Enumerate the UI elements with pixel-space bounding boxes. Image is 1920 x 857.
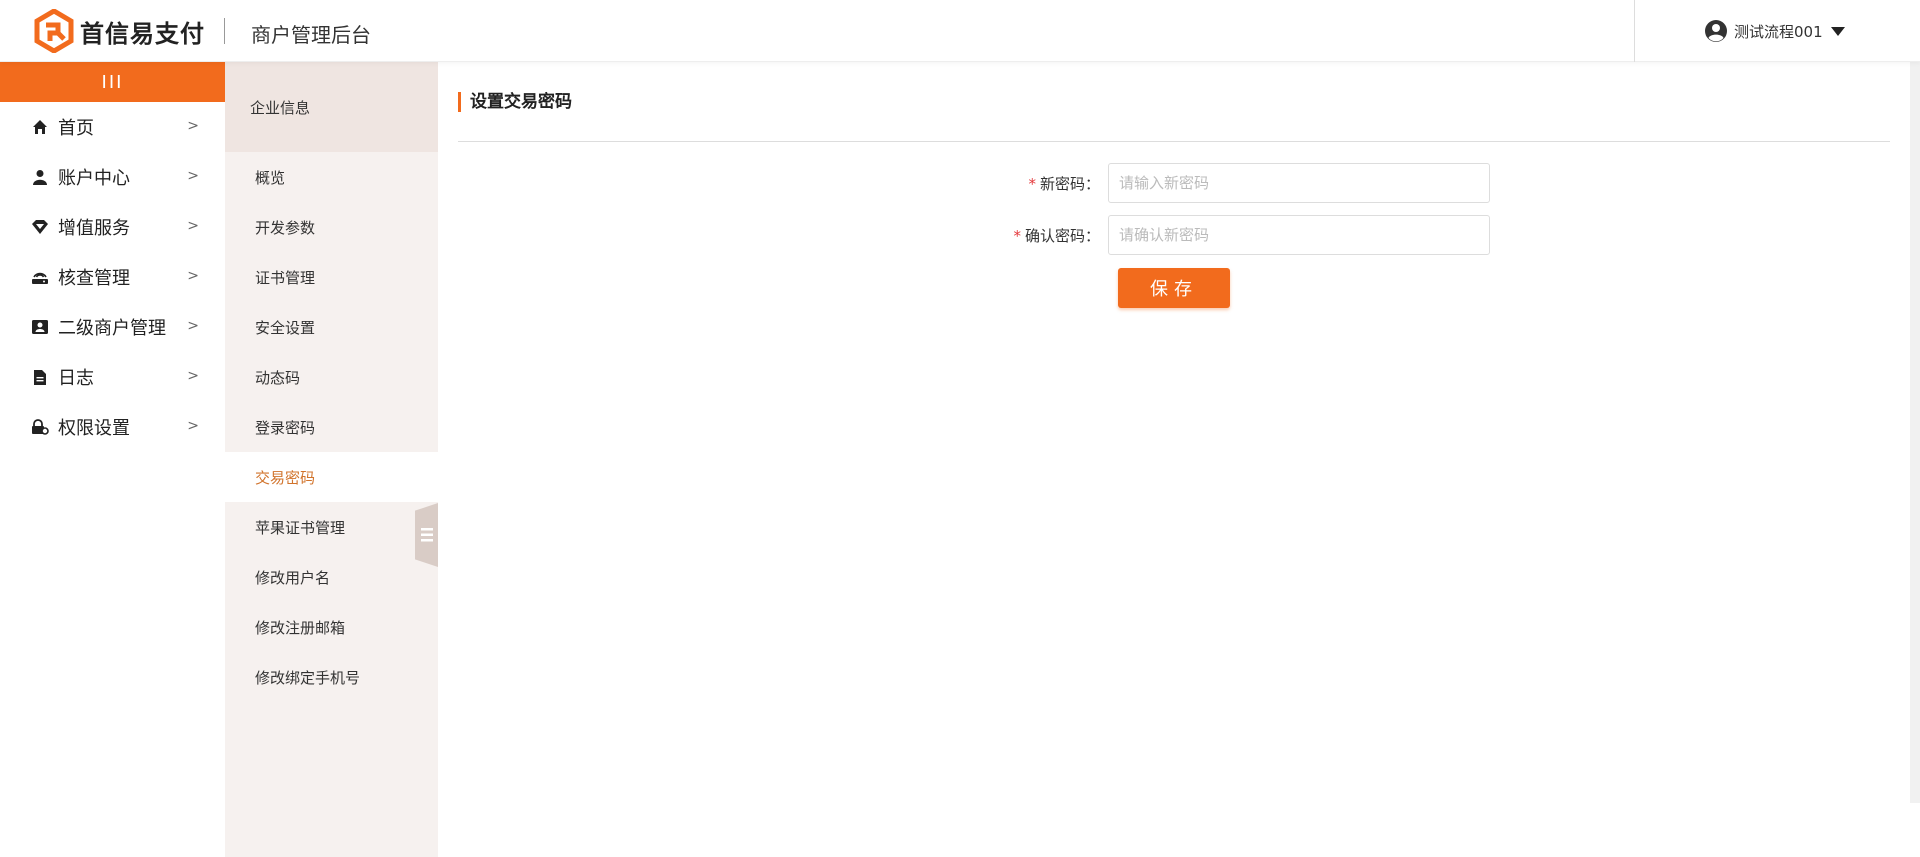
sidebar-item-label: 权限设置 [58,418,130,439]
sidebar-item-permissions[interactable]: 权限设置 > [0,402,225,452]
document-icon [30,367,50,387]
list-icon [420,528,433,542]
sidebar-item-label: 二级商户管理 [58,318,166,339]
page-scrollbar[interactable] [1910,62,1920,803]
user-icon [30,167,50,187]
sidebar-collapse-button[interactable]: III [0,62,225,102]
panel-toggle-handle[interactable] [415,503,438,567]
required-mark: * [1028,174,1036,193]
brand-logo-icon [34,9,74,53]
sidebar-item-sub-merchant[interactable]: 二级商户管理 > [0,302,225,352]
contact-card-icon [30,317,50,337]
chevron-right-icon: > [187,168,199,184]
sidebar-item-label: 增值服务 [58,218,130,239]
title-divider [458,141,1890,142]
sidebar-item-verification[interactable]: 核查管理 > [0,252,225,302]
header-right-divider [1634,0,1635,62]
main-sidebar: III 首页 > 账户中心 > 增值服务 > 核查管理 > 二级商户管理 > 日… [0,62,225,857]
user-menu[interactable]: 测试流程001 [1704,18,1845,44]
router-icon [30,267,50,287]
main-content: 设置交易密码 * 新密码： * 确认密码： 保存 [438,62,1920,857]
new-password-row: * 新密码： [958,163,1490,203]
submenu-title: 企业信息 [225,62,438,152]
submenu-item-overview[interactable]: 概览 [225,152,438,202]
new-password-input[interactable] [1108,163,1490,203]
home-icon [30,117,50,137]
header-divider [224,18,225,44]
confirm-password-label: * 确认密码： [1013,226,1100,245]
save-button[interactable]: 保存 [1118,268,1230,308]
submenu-item-login-password[interactable]: 登录密码 [225,402,438,452]
sidebar-item-label: 账户中心 [58,168,130,189]
chevron-right-icon: > [187,118,199,134]
chevron-right-icon: > [187,268,199,284]
lock-gear-icon [30,417,50,437]
submenu-item-apple-cert[interactable]: 苹果证书管理 [225,502,438,552]
submenu-item-security[interactable]: 安全设置 [225,302,438,352]
sidebar-item-value-added[interactable]: 增值服务 > [0,202,225,252]
chevron-right-icon: > [187,318,199,334]
chevron-right-icon: > [187,368,199,384]
submenu-item-trade-password[interactable]: 交易密码 [225,452,438,502]
brand-name: 首信易支付 [80,20,205,48]
chevron-right-icon: > [187,218,199,234]
confirm-password-input[interactable] [1108,215,1490,255]
caret-down-icon [1830,26,1845,36]
sidebar-item-home[interactable]: 首页 > [0,102,225,152]
page-title: 设置交易密码 [458,92,572,112]
diamond-icon [30,217,50,237]
submenu-item-change-username[interactable]: 修改用户名 [225,552,438,602]
required-mark: * [1013,226,1021,245]
submenu-item-dynamic-code[interactable]: 动态码 [225,352,438,402]
user-avatar-icon [1705,20,1727,42]
sidebar-item-label: 日志 [58,368,94,389]
submenu-item-change-phone[interactable]: 修改绑定手机号 [225,652,438,702]
new-password-label: * 新密码： [1028,174,1100,193]
sidebar-item-label: 核查管理 [58,268,130,289]
user-name: 测试流程001 [1734,22,1823,41]
chevron-right-icon: > [187,418,199,434]
sidebar-item-log[interactable]: 日志 > [0,352,225,402]
submenu-panel: 企业信息 概览 开发参数 证书管理 安全设置 动态码 登录密码 交易密码 苹果证… [225,62,438,857]
submenu-item-change-email[interactable]: 修改注册邮箱 [225,602,438,652]
top-header: 首信易支付 商户管理后台 测试流程001 [0,0,1920,62]
confirm-password-row: * 确认密码： [958,215,1490,255]
sidebar-item-account-center[interactable]: 账户中心 > [0,152,225,202]
sidebar-item-label: 首页 [58,118,94,139]
submenu-item-dev-params[interactable]: 开发参数 [225,202,438,252]
app-subtitle: 商户管理后台 [251,23,371,47]
submenu-item-certificates[interactable]: 证书管理 [225,252,438,302]
